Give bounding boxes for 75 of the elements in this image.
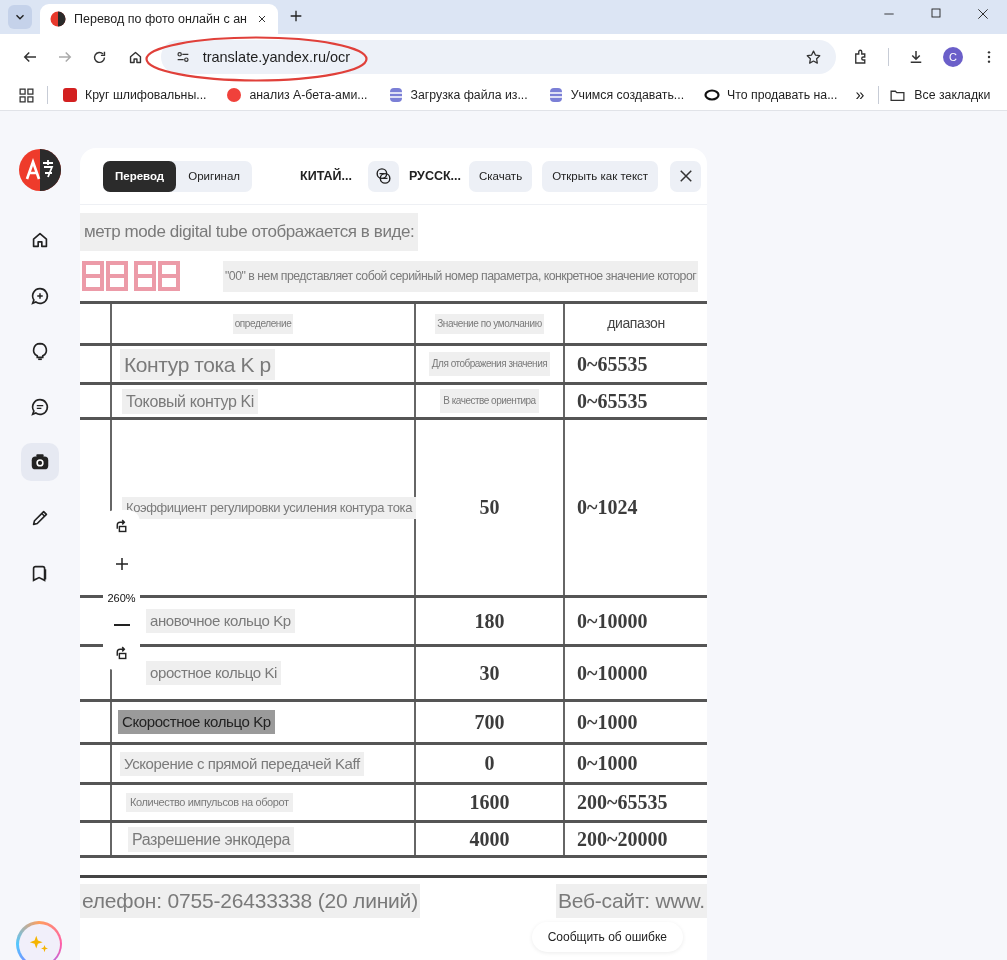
table-cell: 30 (479, 661, 500, 685)
table-cell: 0~10000 (577, 609, 648, 633)
translated-text: метр mode digital tube отображается в виде: (80, 213, 419, 252)
swap-languages-button[interactable] (367, 160, 399, 192)
table-cell: 0~10000 (577, 661, 648, 685)
tab-title: Перевод по фото онлайн с ан (74, 12, 248, 26)
translated-text: Разрешение энкодера (128, 826, 294, 852)
translated-text: Коэффициент регулировки усиления контура тока (122, 497, 416, 519)
table-cell: 0~65535 (577, 352, 648, 376)
table-cell: 1600 (469, 791, 510, 815)
mode-tab[interactable]: Оригинал (176, 160, 253, 192)
bookmark-link[interactable]: Круг шлифовальны... (62, 87, 207, 103)
translated-text: оростное кольцо Ki (146, 661, 281, 686)
table-cell: 0~1000 (577, 752, 638, 776)
download-button[interactable]: Скачать (469, 160, 533, 192)
translated-text: определение (232, 313, 294, 334)
target-language-button[interactable]: РУССК... (408, 169, 461, 183)
table-cell: 700 (474, 710, 505, 734)
bookmark-link[interactable]: Что продавать на... (704, 87, 838, 103)
profile-avatar[interactable]: C (943, 47, 963, 67)
close-icon (976, 7, 990, 21)
translated-text: Контур тока K p (120, 348, 275, 380)
more-bookmarks-button[interactable]: » (855, 86, 865, 104)
close-icon (256, 13, 268, 25)
translated-text: Для отображения значения (428, 352, 551, 377)
table-cell: 200~20000 (577, 827, 668, 851)
minus-icon (113, 623, 130, 626)
database-icon (387, 87, 404, 103)
url-text: translate.yandex.ru/ocr (202, 49, 352, 65)
report-error-button[interactable]: Сообщить об ошибке (531, 922, 683, 952)
translated-text: Скоростное кольцо Kp (118, 710, 275, 735)
table-cell: 0 (484, 752, 495, 776)
translated-text: Значение по умолчанию (435, 313, 544, 334)
open-as-text-button[interactable]: Открыть как текст (542, 160, 659, 192)
table-cell: 0~65535 (577, 389, 648, 413)
all-bookmarks-button[interactable]: Все закладки (889, 86, 991, 104)
source-language-button[interactable]: КИТАЙ... (300, 169, 352, 183)
translated-text: елефон: 0755-26433338 (20 линий) (80, 884, 420, 918)
bookmark-favicon-icon (62, 87, 78, 103)
star-icon (805, 48, 822, 66)
zoom-level: 260% (107, 592, 136, 604)
address-bar[interactable]: translate.yandex.ru/ocr (160, 40, 836, 74)
tab-search-button[interactable] (8, 5, 32, 29)
database-icon (547, 87, 564, 103)
translated-text: ановочное кольцо Kp (146, 609, 295, 634)
swap-bubbles-icon (373, 166, 393, 186)
site-info-icon (174, 49, 191, 65)
browser-tab[interactable]: Перевод по фото онлайн с ан (40, 4, 278, 34)
table-cell: 200~65535 (577, 791, 668, 815)
translated-text: В качестве ориентира (440, 389, 539, 414)
translated-text: Токовый контур Ki (122, 388, 258, 414)
bookmark-link[interactable]: Загрузка файла из... (387, 87, 528, 103)
maximize-icon (930, 7, 942, 19)
table-cell: 0~1024 (577, 496, 638, 520)
plus-icon (288, 8, 304, 24)
translated-text: Ускорение с прямой передачей Kaff (120, 751, 364, 776)
table-cell: 180 (474, 609, 505, 633)
translator-logo-icon (19, 149, 61, 191)
ring-icon (704, 87, 721, 103)
mode-tab[interactable]: Перевод (103, 160, 177, 192)
table-cell: 50 (479, 496, 500, 520)
sparkles-icon (28, 933, 50, 955)
table-cell: 0~1000 (577, 710, 638, 734)
translated-text: Количество импульсов на оборот (126, 793, 293, 813)
sidebar-nav-button[interactable] (21, 443, 59, 481)
apps-grid-icon (18, 86, 35, 104)
bookmark-favicon-icon (226, 87, 243, 103)
translate-logo-icon (50, 11, 66, 27)
zoom-out-button[interactable] (113, 623, 130, 626)
translated-text: Веб-сайт: www. (555, 884, 707, 918)
bookmark-link[interactable]: анализ А-бета-ами... (226, 87, 368, 103)
close-button[interactable] (670, 160, 702, 192)
bookmark-link[interactable]: Учимся создавать... (547, 87, 685, 103)
table-cell: 4000 (469, 827, 510, 851)
translated-text: "00" в нем представляет собой серийный номер параметра, конкретное значение которог (223, 261, 699, 292)
